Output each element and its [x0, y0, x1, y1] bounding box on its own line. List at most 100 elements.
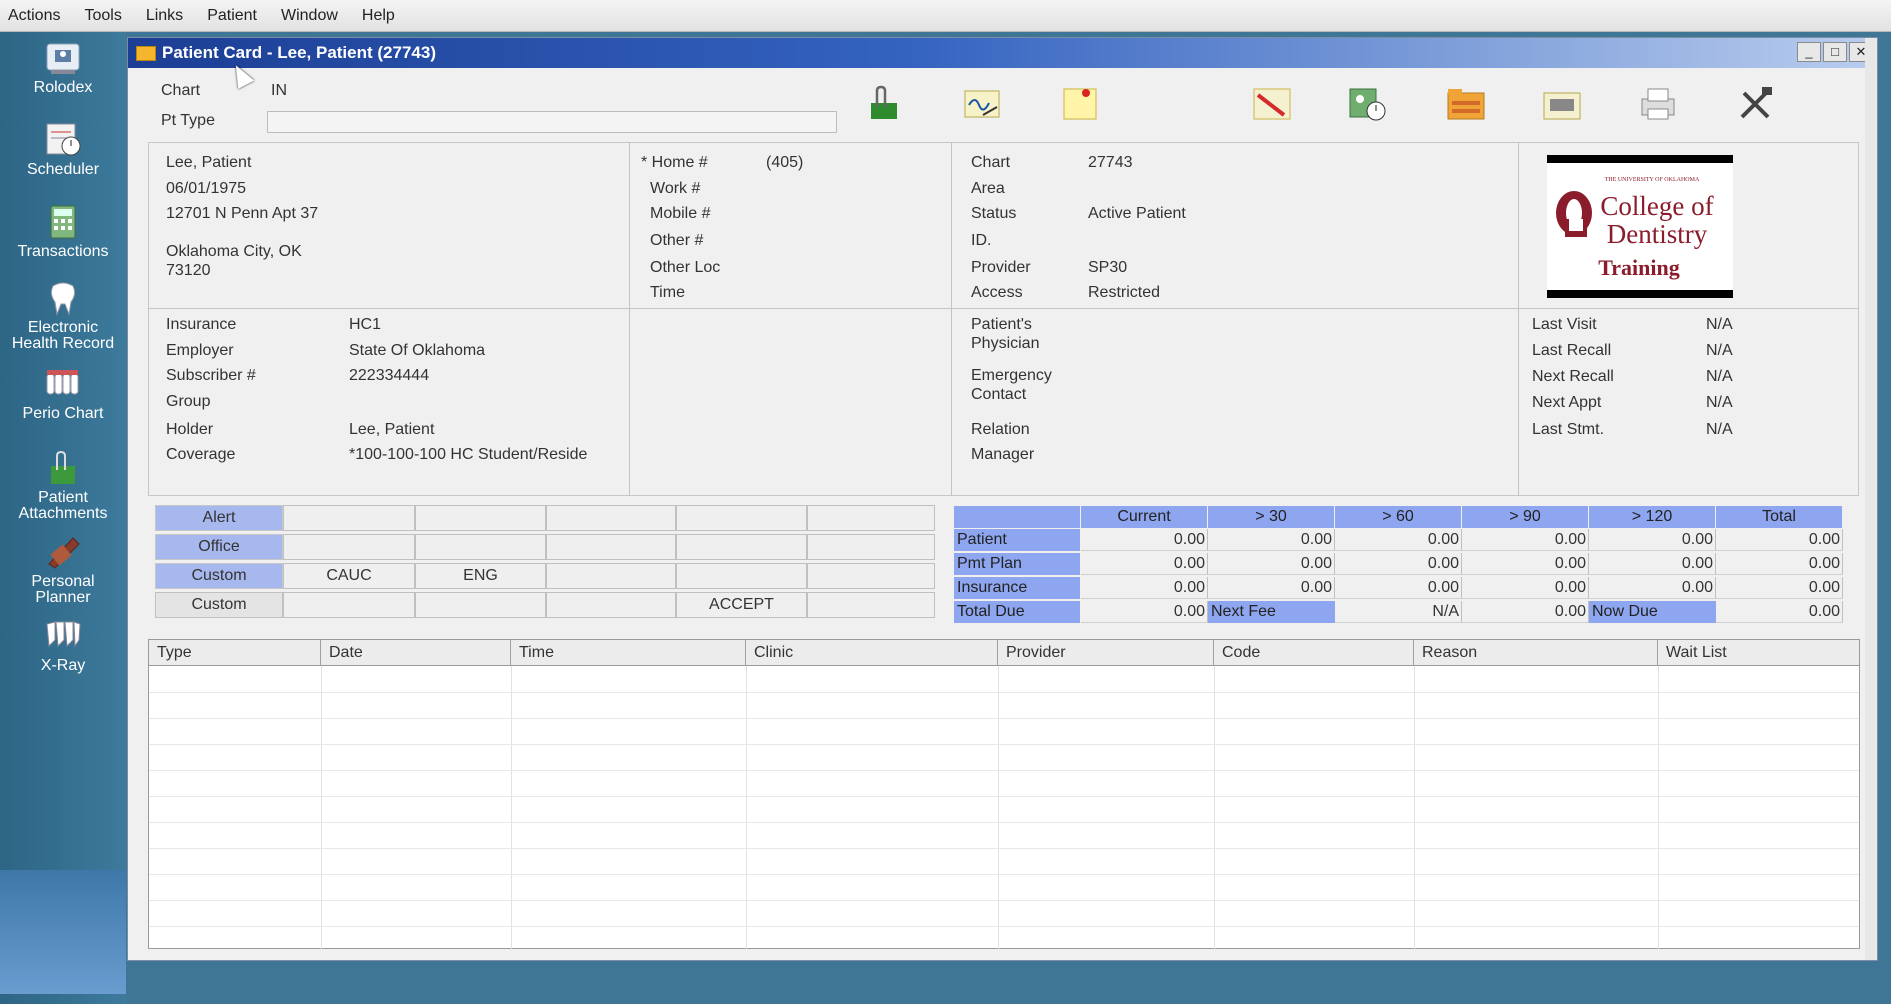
grid-line	[149, 796, 1859, 797]
home-phone-value: (405)	[766, 154, 804, 171]
emergency-label-2: Contact	[971, 386, 1027, 403]
aging-value: 0.00	[1589, 577, 1716, 599]
menu-actions[interactable]: Actions	[6, 5, 62, 27]
sidebar-item-ehr[interactable]: Electronic Health Record	[0, 280, 126, 352]
sidebar-footer	[0, 870, 126, 994]
sidebar-item-label-2: Attachments	[18, 505, 108, 522]
toothbrush-icon[interactable]	[1252, 85, 1292, 123]
id-label: ID.	[971, 232, 992, 249]
col-type[interactable]: Type	[149, 640, 321, 666]
flag-cell[interactable]	[676, 534, 807, 560]
patient-name: Lee, Patient	[166, 154, 252, 171]
minimize-button[interactable]: _	[1797, 42, 1821, 62]
emergency-label-1: Emergency	[971, 367, 1052, 384]
attachment-clip-icon[interactable]	[865, 85, 905, 123]
sidebar-item-personal-planner[interactable]: Personal Planner	[0, 534, 126, 606]
col-time[interactable]: Time	[511, 640, 746, 666]
flag-cell[interactable]: CAUC	[283, 563, 415, 589]
divider	[1518, 142, 1519, 496]
flag-cell[interactable]	[546, 505, 676, 531]
scheduler-icon	[46, 123, 81, 156]
contact-clock-icon[interactable]	[1348, 85, 1388, 123]
col-date[interactable]: Date	[321, 640, 511, 666]
flag-cell[interactable]	[415, 505, 546, 531]
col-provider[interactable]: Provider	[998, 640, 1214, 666]
other-phone-label: Other #	[650, 232, 704, 249]
aging-header-blank	[954, 506, 1080, 528]
sidebar-item-label: Rolodex	[33, 79, 93, 96]
flag-cell[interactable]	[546, 563, 676, 589]
sidebar-item-scheduler[interactable]: Scheduler	[0, 122, 126, 178]
col-wait-list[interactable]: Wait List	[1658, 640, 1860, 666]
flag-cell[interactable]	[807, 592, 935, 618]
last-visit-label: Last Visit	[1532, 316, 1597, 333]
folder-records-icon[interactable]	[1446, 85, 1486, 123]
flag-cell[interactable]	[807, 505, 935, 531]
flag-cell[interactable]	[676, 563, 807, 589]
col-code[interactable]: Code	[1214, 640, 1414, 666]
appointments-table[interactable]: Type Date Time Clinic Provider Code Reas…	[148, 639, 1860, 950]
last-recall-label: Last Recall	[1532, 342, 1612, 359]
flag-cell[interactable]	[283, 534, 415, 560]
patient-zip: 73120	[166, 262, 211, 279]
grid-line	[1414, 666, 1415, 950]
patient-card-window: Patient Card - Lee, Patient (27743) _ □ …	[127, 37, 1878, 961]
window-scrollbar[interactable]	[1865, 38, 1877, 960]
aging-row-insurance-label: Insurance	[954, 577, 1080, 599]
flag-cell[interactable]	[807, 563, 935, 589]
provider-label: Provider	[971, 259, 1031, 276]
account-chart-label: Chart	[971, 154, 1011, 171]
signature-icon[interactable]	[963, 85, 1003, 123]
window-title: Patient Card - Lee, Patient (27743)	[162, 43, 436, 62]
menu-patient[interactable]: Patient	[205, 5, 259, 27]
sidebar-item-rolodex[interactable]: Rolodex	[0, 40, 126, 96]
last-stmt-value: N/A	[1706, 421, 1733, 438]
maximize-button[interactable]: □	[1823, 42, 1847, 62]
logo-line1: College of	[1600, 191, 1713, 221]
flag-cell[interactable]	[546, 592, 676, 618]
col-reason[interactable]: Reason	[1414, 640, 1658, 666]
aging-value: 0.00	[1208, 577, 1335, 599]
printer-icon[interactable]	[1638, 85, 1678, 123]
planner-icon	[48, 537, 80, 569]
menu-window[interactable]: Window	[279, 5, 340, 27]
aging-header-60: > 60	[1335, 506, 1461, 528]
grid-line	[746, 666, 747, 950]
pt-type-field[interactable]	[267, 111, 837, 133]
flag-cell[interactable]	[415, 534, 546, 560]
flag-cell[interactable]	[546, 534, 676, 560]
grid-line	[511, 666, 512, 950]
aging-value: 0.00	[1462, 601, 1589, 623]
sidebar-item-transactions[interactable]: Transactions	[0, 204, 126, 260]
next-fee-label: Next Fee	[1208, 601, 1335, 623]
college-logo: THE UNIVERSITY OF OKLAHOMA College of De…	[1547, 155, 1733, 298]
col-clinic[interactable]: Clinic	[746, 640, 998, 666]
subscriber-value: 222334444	[349, 367, 430, 384]
sticky-note-icon[interactable]	[1060, 85, 1100, 123]
grid-line	[149, 822, 1859, 823]
provider-value: SP30	[1088, 259, 1128, 276]
sidebar-item-label-1: Personal	[31, 573, 95, 590]
flag-cell[interactable]: ENG	[415, 563, 546, 589]
flag-cell[interactable]: ACCEPT	[676, 592, 807, 618]
sidebar-item-xray[interactable]: X-Ray	[0, 618, 126, 674]
sidebar-item-patient-attachments[interactable]: Patient Attachments	[0, 450, 126, 522]
flag-cell[interactable]	[415, 592, 546, 618]
tools-icon[interactable]	[1736, 85, 1776, 123]
aging-value: 0.00	[1081, 553, 1208, 575]
menu-links[interactable]: Links	[144, 5, 185, 27]
flag-cell[interactable]	[283, 592, 415, 618]
flag-cell[interactable]	[283, 505, 415, 531]
billing-tag-icon[interactable]	[1542, 85, 1582, 123]
sidebar-item-label: Perio Chart	[22, 405, 104, 422]
now-due-value: 0.00	[1716, 601, 1843, 623]
menu-help[interactable]: Help	[360, 5, 397, 27]
divider	[629, 142, 630, 496]
grid-line	[1214, 666, 1215, 950]
sidebar-item-perio-chart[interactable]: Perio Chart	[0, 366, 126, 422]
flag-cell[interactable]	[676, 505, 807, 531]
next-recall-value: N/A	[1706, 368, 1733, 385]
menu-tools[interactable]: Tools	[82, 5, 123, 27]
aging-header-current: Current	[1081, 506, 1207, 528]
flag-cell[interactable]	[807, 534, 935, 560]
